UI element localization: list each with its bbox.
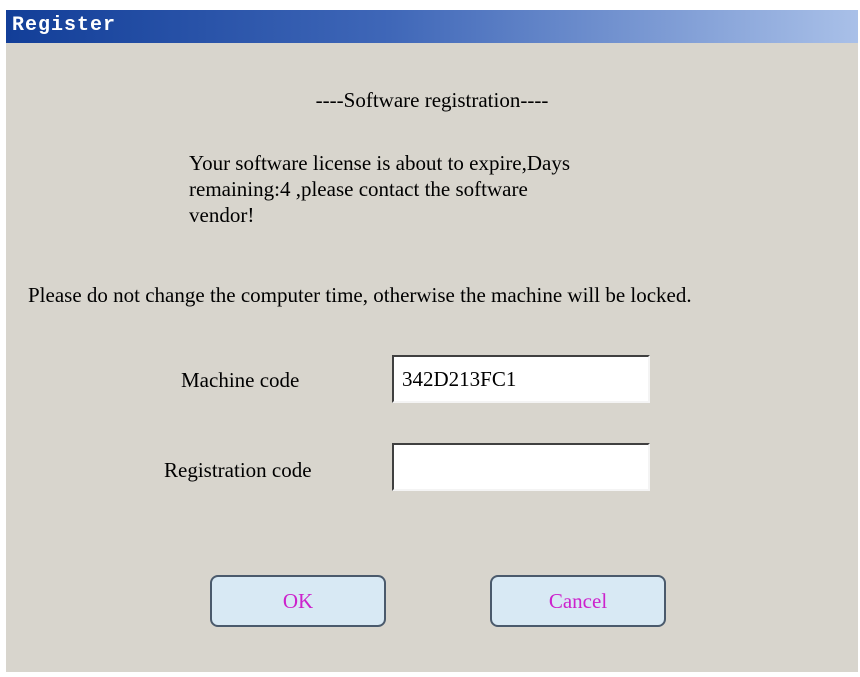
title-bar[interactable]: Register bbox=[6, 10, 858, 43]
register-dialog: Register ----Software registration---- Y… bbox=[6, 10, 858, 672]
machine-code-label: Machine code bbox=[181, 368, 300, 392]
message-line: vendor! bbox=[189, 203, 255, 227]
message-line: remaining:4 ,please contact the software bbox=[189, 177, 528, 201]
window-title: Register bbox=[12, 14, 117, 37]
registration-heading: ----Software registration---- bbox=[315, 88, 549, 112]
message-line: Your software license is about to expire… bbox=[189, 151, 571, 175]
cancel-button[interactable]: Cancel bbox=[490, 575, 666, 627]
registration-code-label: Registration code bbox=[164, 458, 312, 482]
license-expiry-message: Your software license is about to expire… bbox=[189, 150, 709, 228]
time-change-warning: Please do not change the computer time, … bbox=[28, 283, 692, 307]
registration-code-field[interactable] bbox=[392, 443, 650, 491]
machine-code-field[interactable] bbox=[392, 355, 650, 403]
ok-button[interactable]: OK bbox=[210, 575, 386, 627]
